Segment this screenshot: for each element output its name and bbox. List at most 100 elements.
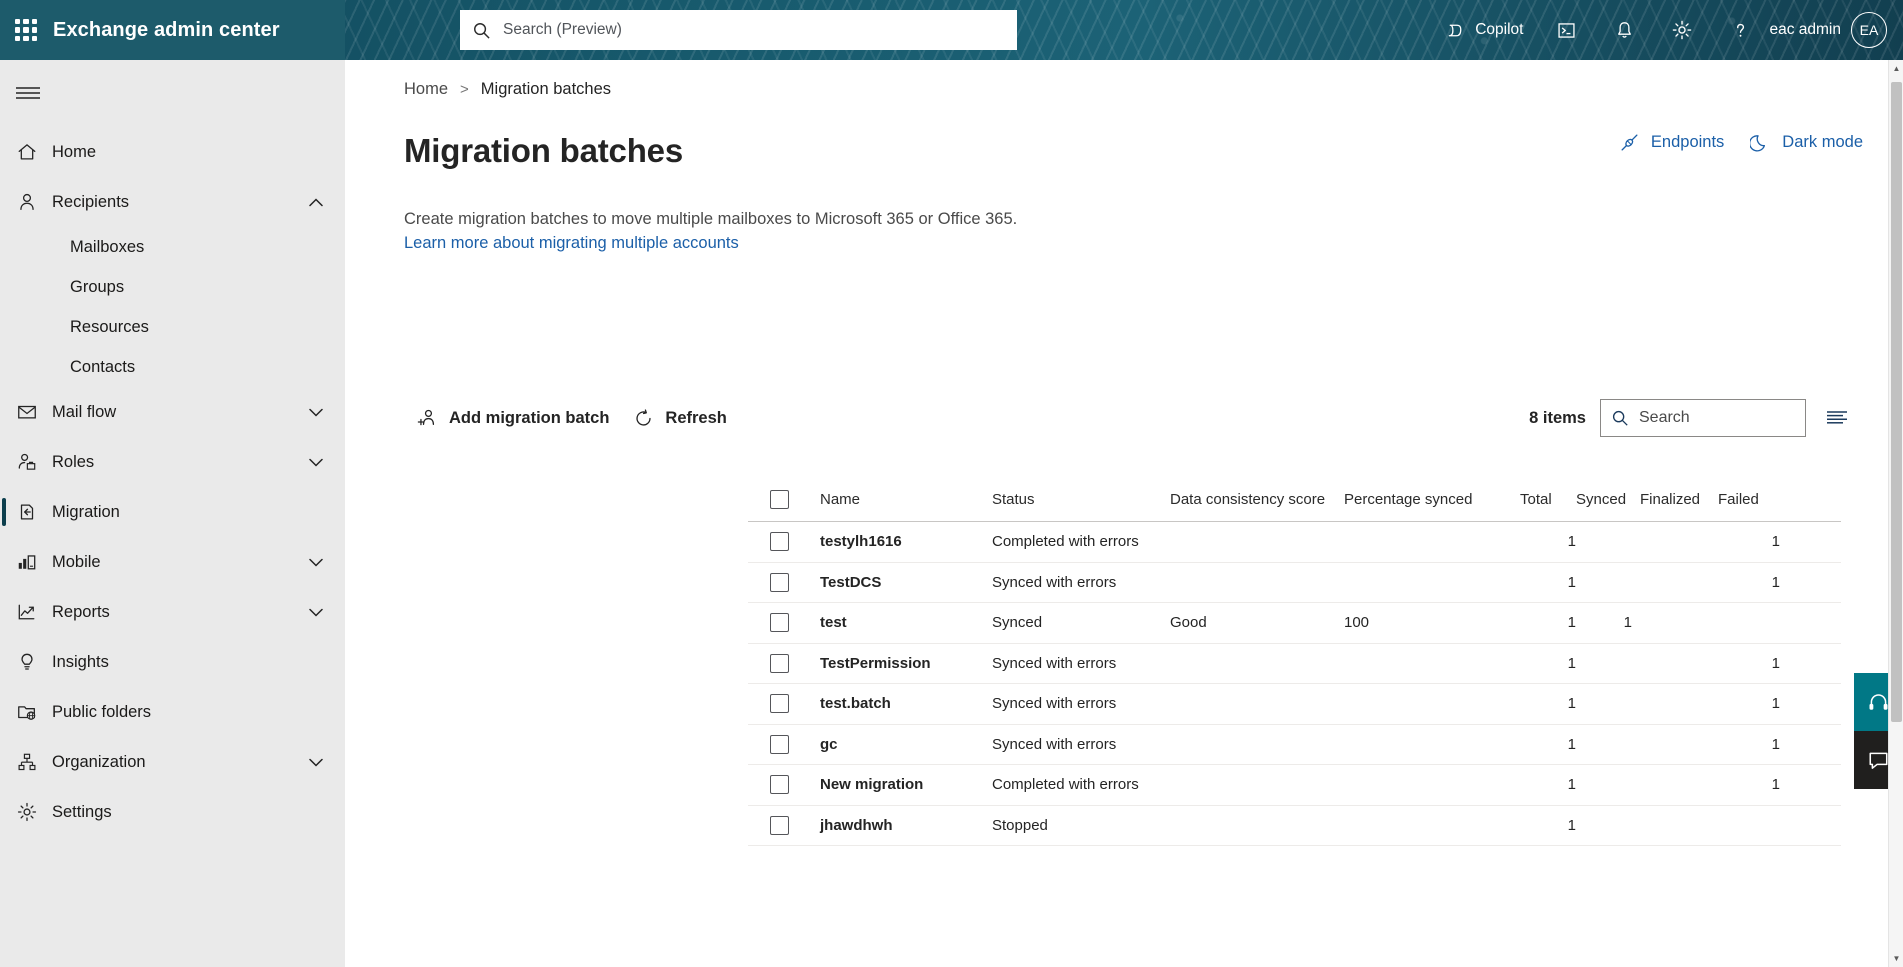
gear-icon[interactable] <box>1653 0 1711 60</box>
row-checkbox[interactable] <box>770 775 789 795</box>
cell-name[interactable]: test.batch <box>820 695 992 712</box>
suite-header: Exchange admin center Search (Preview) C… <box>0 0 1903 60</box>
sidebar-item-home[interactable]: Home <box>0 127 345 177</box>
cell-status: Synced <box>992 614 1043 632</box>
table-row[interactable]: TestPermission Synced with errors 1 1 <box>748 644 1841 684</box>
sidebar-item-public-folders[interactable]: Public folders <box>0 687 345 737</box>
sidebar-subitem-label: Resources <box>70 317 149 336</box>
sidebar-item-mailboxes[interactable]: Mailboxes <box>0 227 345 267</box>
row-checkbox[interactable] <box>770 532 789 552</box>
sidebar-item-mail-flow[interactable]: Mail flow <box>0 387 345 437</box>
scroll-down-arrow[interactable]: ▼ <box>1889 950 1903 967</box>
column-header-total[interactable]: Total <box>1520 491 1576 508</box>
row-checkbox[interactable] <box>770 734 789 754</box>
cell-name[interactable]: jhawdhwh <box>820 817 992 834</box>
chevron-down-icon[interactable] <box>309 558 323 567</box>
table-row[interactable]: testylh1616 Completed with errors 1 1 <box>748 522 1841 563</box>
cell-name[interactable]: gc <box>820 736 992 753</box>
column-header-dcs[interactable]: Data consistency score <box>1170 491 1344 508</box>
avatar[interactable]: EA <box>1851 12 1887 48</box>
row-checkbox[interactable] <box>770 694 789 714</box>
row-checkbox-cell <box>748 572 820 592</box>
scroll-up-arrow[interactable]: ▲ <box>1889 60 1903 77</box>
cell-name[interactable]: TestPermission <box>820 655 992 672</box>
suite-search-box[interactable]: Search (Preview) <box>460 10 1017 50</box>
sidebar-item-resources[interactable]: Resources <box>0 307 345 347</box>
sidebar-item-settings[interactable]: Settings <box>0 787 345 837</box>
column-header-name[interactable]: Name <box>820 491 992 508</box>
bell-icon[interactable] <box>1595 0 1653 60</box>
chevron-up-icon[interactable] <box>309 197 323 207</box>
chevron-down-icon[interactable] <box>309 758 323 767</box>
row-checkbox[interactable] <box>770 815 789 835</box>
column-header-finalized[interactable]: Finalized <box>1640 491 1718 508</box>
sidebar-item-migration[interactable]: Migration <box>0 487 345 537</box>
column-header-failed[interactable]: Failed <box>1718 491 1780 508</box>
row-checkbox[interactable] <box>770 613 789 633</box>
settings-gear-icon <box>16 801 52 823</box>
cell-name[interactable]: TestDCS <box>820 574 992 591</box>
page-description: Create migration batches to move multipl… <box>404 210 1018 228</box>
cell-name[interactable]: New migration <box>820 776 992 793</box>
row-checkbox-cell <box>748 815 820 835</box>
sidebar-item-recipients[interactable]: Recipients <box>0 177 345 227</box>
add-migration-batch-button[interactable]: Add migration batch <box>404 398 621 438</box>
sidebar-item-contacts[interactable]: Contacts <box>0 347 345 387</box>
chevron-down-icon[interactable] <box>309 458 323 467</box>
copilot-button[interactable]: Copilot <box>1431 0 1537 60</box>
sidebar-item-label: Home <box>52 142 97 161</box>
column-header-synced[interactable]: Synced <box>1576 491 1640 508</box>
nav-toggle-icon[interactable] <box>0 69 56 117</box>
cell-status: Completed with errors <box>992 533 1139 551</box>
vertical-scrollbar[interactable]: ▲ ▼ <box>1888 60 1903 967</box>
table-row[interactable]: New migration Completed with errors 1 1 <box>748 765 1841 806</box>
scrollbar-thumb[interactable] <box>1891 82 1902 722</box>
sidebar-item-mobile[interactable]: Mobile <box>0 537 345 587</box>
dark-mode-button[interactable]: Dark mode <box>1750 132 1863 153</box>
sidebar-item-organization[interactable]: Organization <box>0 737 345 787</box>
endpoints-label: Endpoints <box>1650 133 1725 151</box>
items-count: 8 items <box>1529 408 1586 427</box>
chevron-down-icon[interactable] <box>309 608 323 617</box>
row-checkbox[interactable] <box>770 653 789 673</box>
table-row[interactable]: TestDCS Synced with errors 1 1 <box>748 563 1841 603</box>
column-header-status[interactable]: Status <box>992 491 1170 508</box>
sidebar-item-reports[interactable]: Reports <box>0 587 345 637</box>
cell-status: Stopped <box>992 816 1048 834</box>
row-checkbox-cell <box>748 653 820 673</box>
brand-title: Exchange admin center <box>53 18 280 41</box>
search-icon <box>1612 410 1628 426</box>
chevron-down-icon[interactable] <box>309 408 323 417</box>
table-row[interactable]: jhawdhwh Stopped 1 <box>748 806 1841 846</box>
row-checkbox[interactable] <box>770 572 789 592</box>
refresh-button[interactable]: Refresh <box>621 398 738 438</box>
learn-more-link[interactable]: Learn more about migrating multiple acco… <box>404 234 739 253</box>
cell-name[interactable]: test <box>820 614 992 631</box>
help-icon[interactable] <box>1711 0 1769 60</box>
mobile-icon <box>16 551 52 573</box>
app-launcher-icon[interactable] <box>15 19 37 41</box>
select-all-checkbox[interactable] <box>770 490 789 509</box>
dark-mode-label: Dark mode <box>1782 133 1863 151</box>
breadcrumb-separator: > <box>460 80 469 98</box>
breadcrumb: Home > Migration batches <box>345 60 1903 106</box>
terminal-icon[interactable] <box>1537 0 1595 60</box>
sidebar-item-groups[interactable]: Groups <box>0 267 345 307</box>
plug-icon <box>1621 134 1638 151</box>
cell-name[interactable]: testylh1616 <box>820 533 992 550</box>
table-row[interactable]: test Synced Good 100 1 1 <box>748 603 1841 644</box>
sidebar-item-roles[interactable]: Roles <box>0 437 345 487</box>
migration-batches-table: Name Status Data consistency score Perce… <box>748 478 1841 846</box>
search-icon <box>474 22 490 39</box>
table-row[interactable]: test.batch Synced with errors 1 1 <box>748 684 1841 725</box>
headset-icon <box>1869 693 1888 710</box>
list-view-icon[interactable] <box>1820 401 1854 435</box>
endpoints-button[interactable]: Endpoints <box>1619 132 1724 153</box>
sidebar-item-insights[interactable]: Insights <box>0 637 345 687</box>
table-row[interactable]: gc Synced with errors 1 1 <box>748 725 1841 765</box>
column-header-pct[interactable]: Percentage synced <box>1344 491 1520 508</box>
suite-search-placeholder: Search (Preview) <box>503 21 622 38</box>
row-checkbox-cell <box>748 532 820 552</box>
breadcrumb-home[interactable]: Home <box>404 80 448 99</box>
search-input[interactable]: Search <box>1600 399 1806 437</box>
